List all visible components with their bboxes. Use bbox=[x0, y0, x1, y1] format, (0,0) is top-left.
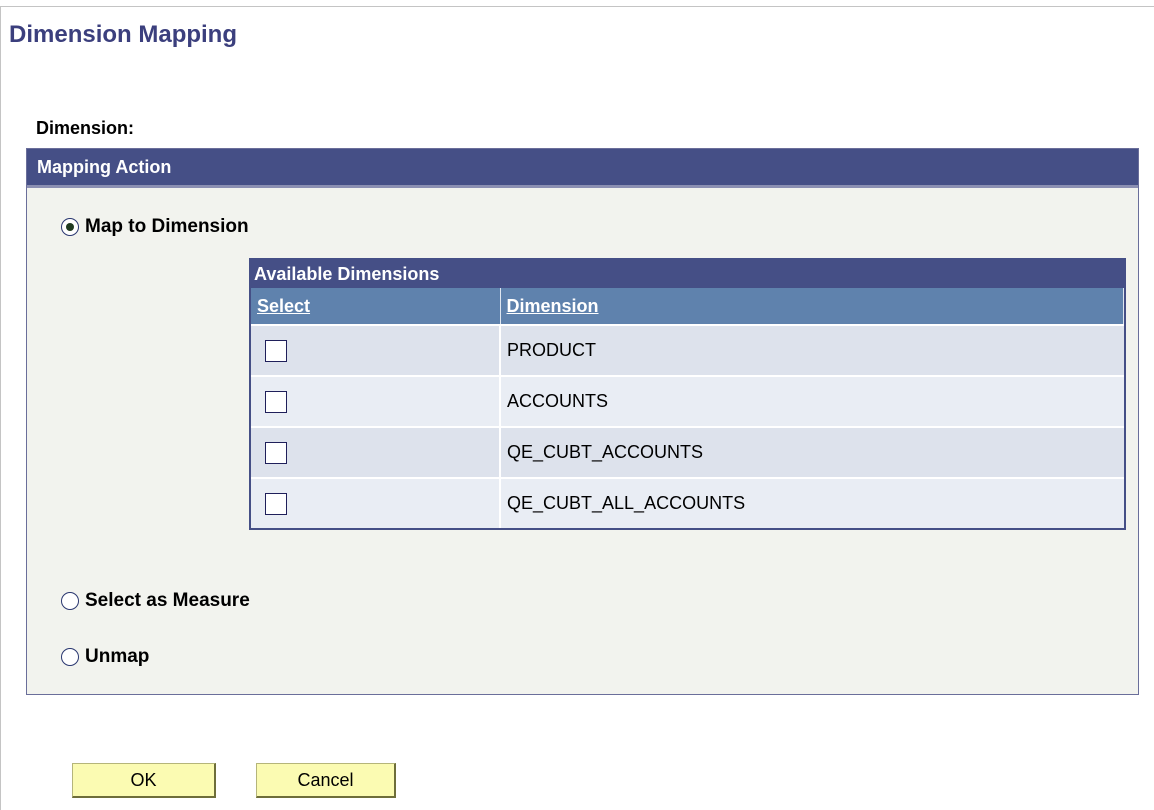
map-to-dimension-label: Map to Dimension bbox=[85, 216, 249, 237]
row-select-checkbox[interactable] bbox=[265, 390, 287, 413]
row-select-checkbox[interactable] bbox=[265, 492, 287, 515]
table-row: QE_CUBT_ACCOUNTS bbox=[251, 426, 1124, 478]
dimension-cell: ACCOUNTS bbox=[500, 375, 1124, 427]
dimensions-table: Select Dimension PRODUCT ACCOUNTS QE_CUB… bbox=[251, 288, 1124, 528]
mapping-action-header: Mapping Action bbox=[27, 149, 1138, 188]
map-to-dimension-radio[interactable] bbox=[61, 218, 79, 236]
dimension-column-header[interactable]: Dimension bbox=[500, 288, 1124, 325]
ok-button[interactable]: OK bbox=[72, 763, 216, 798]
dimension-label: Dimension: bbox=[36, 118, 135, 138]
page-title: Dimension Mapping bbox=[9, 21, 237, 48]
available-dimensions-title: Available Dimensions bbox=[251, 260, 1124, 288]
dimension-column-link[interactable]: Dimension bbox=[507, 296, 599, 316]
dimension-cell: QE_CUBT_ACCOUNTS bbox=[500, 426, 1124, 478]
mapping-action-group: Mapping Action Map to Dimension Availabl… bbox=[26, 148, 1139, 695]
select-as-measure-radio[interactable] bbox=[61, 592, 79, 610]
table-header-row: Select Dimension bbox=[251, 288, 1124, 325]
row-select-checkbox[interactable] bbox=[265, 339, 287, 362]
select-cell bbox=[251, 375, 501, 427]
unmap-option[interactable]: Unmap bbox=[61, 646, 149, 668]
select-cell bbox=[251, 324, 501, 376]
row-select-checkbox[interactable] bbox=[265, 441, 287, 464]
top-divider bbox=[0, 6, 1154, 7]
dimension-cell: PRODUCT bbox=[500, 324, 1124, 376]
select-column-link[interactable]: Select bbox=[257, 296, 310, 316]
table-row: QE_CUBT_ALL_ACCOUNTS bbox=[251, 477, 1124, 528]
select-as-measure-label: Select as Measure bbox=[85, 590, 250, 611]
left-divider bbox=[0, 6, 1, 810]
table-row: ACCOUNTS bbox=[251, 375, 1124, 427]
select-cell bbox=[251, 426, 501, 478]
map-to-dimension-option[interactable]: Map to Dimension bbox=[61, 216, 249, 238]
table-row: PRODUCT bbox=[251, 324, 1124, 376]
select-as-measure-option[interactable]: Select as Measure bbox=[61, 590, 250, 612]
dimension-cell: QE_CUBT_ALL_ACCOUNTS bbox=[500, 477, 1124, 528]
select-column-header[interactable]: Select bbox=[251, 288, 501, 325]
select-cell bbox=[251, 477, 501, 528]
unmap-label: Unmap bbox=[85, 646, 150, 667]
available-dimensions-grid: Available Dimensions Select Dimension PR… bbox=[249, 258, 1126, 530]
cancel-button[interactable]: Cancel bbox=[256, 763, 396, 798]
unmap-radio[interactable] bbox=[61, 648, 79, 666]
